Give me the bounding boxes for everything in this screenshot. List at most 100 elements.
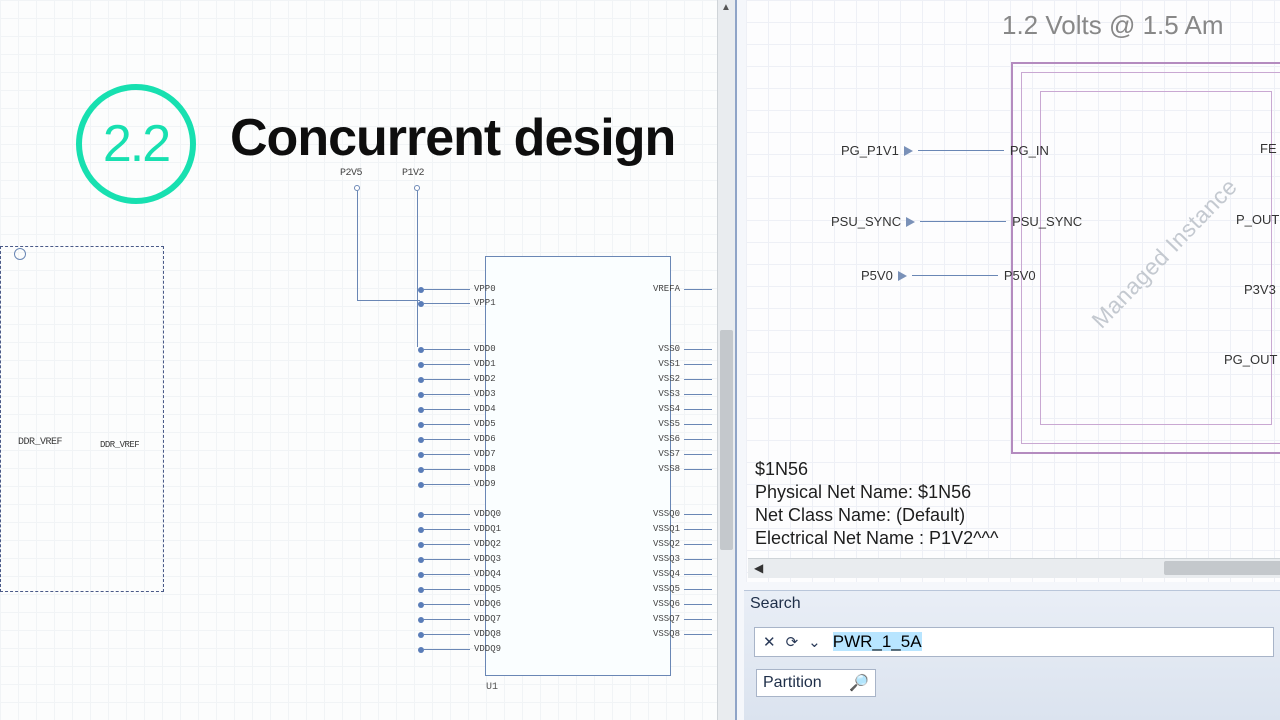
pin-name: VSS5	[654, 420, 684, 429]
pin-name: VDD4	[470, 405, 500, 414]
pin-name: VDDQ6	[470, 600, 505, 609]
search-input[interactable]: PWR_1_5A	[829, 630, 1267, 654]
pin-name: VDDQ5	[470, 585, 505, 594]
port[interactable]: PG_OUT	[1224, 352, 1277, 367]
port-arrow-icon	[906, 217, 915, 227]
port-inner-label: PG_IN	[1010, 143, 1049, 158]
port-arrow-icon	[904, 146, 913, 156]
search-label: Search	[750, 595, 801, 613]
pin-name: VSSQ2	[649, 540, 684, 549]
filter-dropdown[interactable]: Partition 🔎	[756, 669, 876, 697]
port[interactable]: P5V0 P5V0	[861, 268, 1036, 283]
slide-title: Concurrent design	[230, 108, 675, 168]
sheet-title: 1.2 Volts @ 1.5 Am	[1002, 10, 1224, 41]
pin-name: VDD1	[470, 360, 500, 369]
refdes-label: U1	[486, 682, 498, 693]
search-panel: Search ✕ ⟳ ⌄ PWR_1_5A Partition 🔎	[744, 590, 1280, 720]
pin-name: VSS2	[654, 375, 684, 384]
port-inner-label: PSU_SYNC	[1012, 214, 1082, 229]
scroll-thumb[interactable]	[720, 330, 733, 550]
pin-name: VSS4	[654, 405, 684, 414]
pin-name: VDDQ0	[470, 510, 505, 519]
wire	[920, 221, 1006, 222]
pin-name: VSS8	[654, 465, 684, 474]
pin-name: VSSQ7	[649, 615, 684, 624]
pin-name: VSS7	[654, 450, 684, 459]
ic-symbol[interactable]: VPP0 VPP1 VREFA VDD0 VDD1 VDD2 VDD3 VDD4…	[485, 256, 671, 676]
vertical-scrollbar[interactable]: ▲	[717, 0, 735, 720]
origin-marker	[14, 248, 26, 260]
pin-name: VSSQ4	[649, 570, 684, 579]
net-electrical: Electrical Net Name : P1V2^^^	[755, 527, 1275, 550]
search-input-value: PWR_1_5A	[833, 632, 922, 651]
port-label: PG_P1V1	[841, 143, 899, 158]
pin-name: VDD7	[470, 450, 500, 459]
pin-name: VDD8	[470, 465, 500, 474]
pin-name: VPP0	[470, 285, 500, 294]
port-label: P5V0	[861, 268, 893, 283]
pin-name: VSSQ0	[649, 510, 684, 519]
slide-number-badge: 2.2	[76, 84, 196, 204]
net-label: DDR_VREF	[18, 437, 62, 448]
selection-box	[0, 246, 164, 592]
port-label: PSU_SYNC	[831, 214, 901, 229]
scroll-up-icon[interactable]: ▲	[721, 2, 731, 13]
search-bar: ✕ ⟳ ⌄ PWR_1_5A	[754, 627, 1274, 657]
port[interactable]: P3V3	[1244, 282, 1276, 297]
port-arrow-icon	[898, 271, 907, 281]
pin-name: VDD2	[470, 375, 500, 384]
port-label: P3V3	[1244, 282, 1276, 297]
search-icon: 🔎	[849, 673, 869, 693]
port-label: PG_OUT	[1224, 352, 1277, 367]
filter-label: Partition	[763, 674, 822, 692]
wire	[417, 191, 418, 347]
pin-name: VSS6	[654, 435, 684, 444]
wire	[912, 275, 998, 276]
pin-name: VPP1	[470, 299, 500, 308]
close-icon[interactable]: ✕	[761, 633, 778, 651]
port[interactable]: PG_P1V1 PG_IN	[841, 143, 1049, 158]
wire	[357, 300, 420, 301]
pin-name: VSSQ8	[649, 630, 684, 639]
pin-name: VDD9	[470, 480, 500, 489]
power-rail-label: P2V5	[340, 168, 362, 179]
port-label: P_OUT	[1236, 212, 1279, 227]
port[interactable]: FE	[1260, 141, 1277, 156]
pin-name: VDD0	[470, 345, 500, 354]
port-inner-label: P5V0	[1004, 268, 1036, 283]
chevron-down-icon[interactable]: ⌄	[806, 633, 823, 651]
port[interactable]: PSU_SYNC PSU_SYNC	[831, 214, 1082, 229]
pin-name: VSSQ1	[649, 525, 684, 534]
pin-name: VSSQ3	[649, 555, 684, 564]
scroll-left-icon[interactable]: ◀	[754, 561, 763, 575]
net-info-panel: $1N56 Physical Net Name: $1N56 Net Class…	[755, 458, 1275, 550]
pin-name: VDD6	[470, 435, 500, 444]
slide-number: 2.2	[103, 114, 169, 174]
pin-name: VDD3	[470, 390, 500, 399]
pin-name: VSS3	[654, 390, 684, 399]
net-physical: Physical Net Name: $1N56	[755, 481, 1275, 504]
pin-name: VDDQ8	[470, 630, 505, 639]
port[interactable]: P_OUT	[1236, 212, 1279, 227]
schematic-canvas-left[interactable]: 2.2 Concurrent design P2V5 P1V2 DDR_VREF…	[0, 0, 735, 720]
pin-name: VDDQ9	[470, 645, 505, 654]
pin-name: VDD5	[470, 420, 500, 429]
pin-name: VSSQ6	[649, 600, 684, 609]
wire	[357, 191, 358, 301]
wire	[918, 150, 1004, 151]
pin-name: VDDQ2	[470, 540, 505, 549]
pin-name: VDDQ7	[470, 615, 505, 624]
scroll-thumb[interactable]	[1164, 561, 1280, 575]
pin-name: VDDQ1	[470, 525, 505, 534]
refresh-icon[interactable]: ⟳	[784, 633, 801, 651]
net-label: DDR_VREF	[100, 440, 139, 450]
net-id: $1N56	[755, 458, 1275, 481]
pin-name: VDDQ3	[470, 555, 505, 564]
horizontal-scrollbar[interactable]: ◀	[748, 558, 1280, 578]
net-class: Net Class Name: (Default)	[755, 504, 1275, 527]
port-label: FE	[1260, 141, 1277, 156]
pin-name: VDDQ4	[470, 570, 505, 579]
pin-name: VREFA	[649, 285, 684, 294]
power-rail-label: P1V2	[402, 168, 424, 179]
pin-name: VSSQ5	[649, 585, 684, 594]
